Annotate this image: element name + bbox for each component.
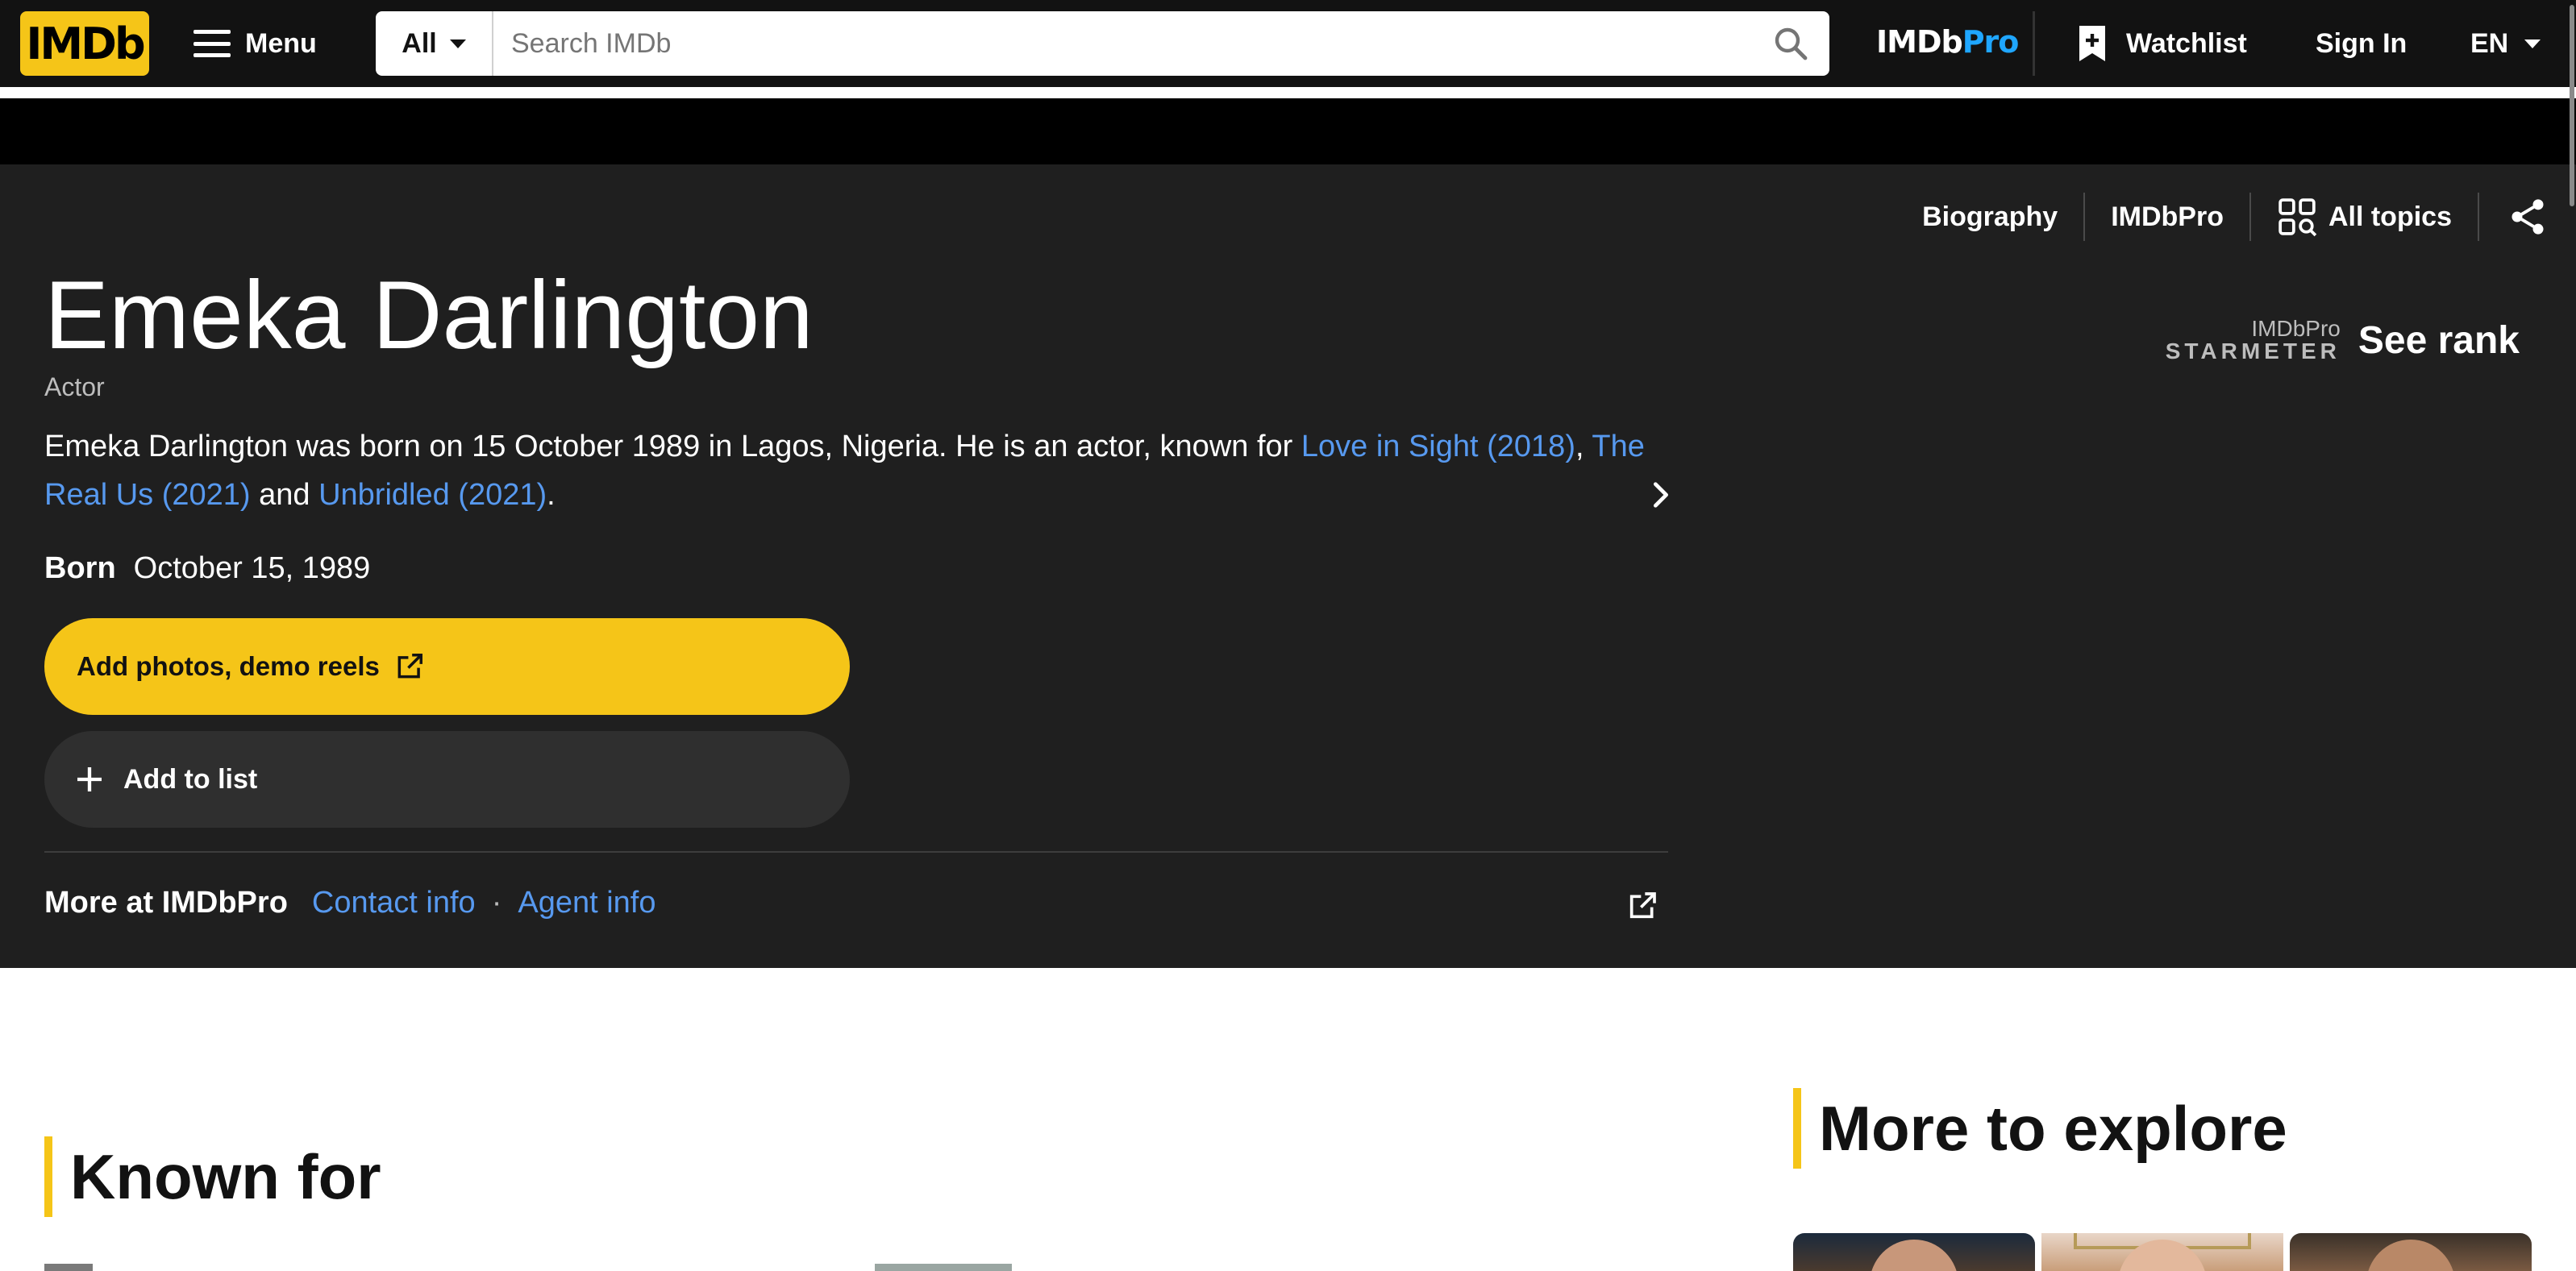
- caret-down-icon: [449, 39, 466, 48]
- caret-down-icon: [2524, 39, 2541, 48]
- plus-icon: [77, 767, 102, 791]
- top-navbar: IMDb Menu All IMDbPro Watchlist Sign In: [0, 0, 2576, 87]
- person-subnav: Biography IMDbPro All topics: [1896, 189, 2576, 245]
- person-bio[interactable]: Emeka Darlington was born on 15 October …: [44, 422, 1657, 519]
- menu-label: Menu: [245, 27, 317, 59]
- ad-banner-strip: [0, 98, 2576, 164]
- bio-suffix: .: [547, 478, 556, 512]
- add-to-list-button[interactable]: Add to list: [44, 731, 850, 828]
- starmeter-label: IMDbPro STARMETER: [2166, 318, 2341, 363]
- known-for-heading: Known for: [70, 1140, 381, 1212]
- known-for-thumbnails: [44, 1264, 1012, 1271]
- watchlist-label: Watchlist: [2126, 27, 2247, 59]
- person-role: Actor: [44, 372, 105, 401]
- language-label: EN: [2470, 27, 2509, 59]
- link-separator: ·: [491, 886, 502, 920]
- subnav-all-topics[interactable]: All topics: [2251, 193, 2478, 241]
- search-category-dropdown[interactable]: All: [376, 11, 493, 76]
- known-for-poster[interactable]: [44, 1264, 93, 1271]
- imdbpro-logo-main: IMDb: [1876, 24, 1963, 60]
- thumbnail-image: [2366, 1240, 2455, 1271]
- born-label: Born: [44, 551, 116, 585]
- more-at-imdbpro-label: More at IMDbPro: [44, 886, 288, 920]
- all-topics-label: All topics: [2328, 201, 2452, 232]
- imdb-logo[interactable]: IMDb: [20, 11, 149, 76]
- subnav-imdbpro[interactable]: IMDbPro: [2085, 193, 2249, 241]
- search-bar: All: [376, 11, 1829, 76]
- add-to-list-label: Add to list: [123, 763, 258, 795]
- nav-divider: [2033, 11, 2035, 76]
- imdbpro-link[interactable]: IMDbPro: [1876, 24, 2020, 60]
- add-photos-button[interactable]: Add photos, demo reels: [44, 618, 850, 715]
- contact-info-link[interactable]: Contact info: [312, 886, 476, 920]
- known-for-section-title: Known for: [44, 1136, 381, 1217]
- add-photos-label: Add photos, demo reels: [77, 651, 380, 681]
- bio-link-love-in-sight[interactable]: Love in Sight (2018): [1301, 430, 1575, 463]
- share-button[interactable]: [2479, 193, 2576, 241]
- sign-in-label: Sign In: [2316, 27, 2407, 59]
- starmeter-meter-label: STARMETER: [2165, 339, 2341, 363]
- more-at-imdbpro: More at IMDbPro Contact info · Agent inf…: [44, 886, 656, 920]
- language-dropdown[interactable]: EN: [2470, 11, 2541, 76]
- person-name: Emeka Darlington: [44, 261, 814, 369]
- page-scrollbar[interactable]: [2568, 0, 2576, 1271]
- external-link-icon: [397, 654, 422, 679]
- chevron-right-icon[interactable]: [1645, 479, 1677, 511]
- thumbnail-image: [1870, 1240, 1958, 1271]
- menu-icon: [194, 30, 231, 57]
- born-date: October 15, 1989: [133, 551, 371, 585]
- starmeter-pro-label: IMDbPro: [2251, 316, 2341, 341]
- watchlist-button[interactable]: Watchlist: [2076, 11, 2247, 76]
- more-to-explore-section-title: More to explore: [1793, 1088, 2287, 1169]
- menu-button[interactable]: Menu: [194, 11, 317, 76]
- known-for-poster[interactable]: [875, 1264, 1012, 1271]
- search-icon: [1775, 27, 1808, 60]
- watchlist-add-icon: [2079, 26, 2105, 61]
- explore-thumbnail[interactable]: [2041, 1233, 2283, 1271]
- search-category-label: All: [402, 27, 437, 59]
- agent-info-link[interactable]: Agent info: [518, 886, 655, 920]
- sign-in-button[interactable]: Sign In: [2316, 11, 2407, 76]
- bio-separator: and: [250, 478, 319, 512]
- explore-thumbnail[interactable]: [2290, 1233, 2532, 1271]
- imdbpro-logo-pro: Pro: [1962, 24, 2020, 60]
- bio-separator: ,: [1575, 430, 1592, 463]
- person-hero: Biography IMDbPro All topics Emeka Darli…: [0, 164, 2576, 968]
- bio-text: Emeka Darlington was born on 15 October …: [44, 430, 1301, 463]
- explore-thumbnail[interactable]: [1793, 1233, 2035, 1271]
- search-input[interactable]: [493, 13, 1752, 74]
- more-to-explore-heading: More to explore: [1819, 1092, 2287, 1164]
- divider: [44, 851, 1668, 853]
- all-topics-icon: [2278, 198, 2317, 237]
- born-info: Born October 15, 1989: [44, 551, 370, 586]
- bio-link-unbridled[interactable]: Unbridled (2021): [318, 478, 547, 512]
- scrollbar-thumb[interactable]: [2570, 5, 2574, 206]
- subnav-biography[interactable]: Biography: [1896, 193, 2083, 241]
- see-rank-link[interactable]: See rank: [2358, 318, 2520, 363]
- search-button[interactable]: [1752, 11, 1829, 76]
- share-icon: [2511, 199, 2544, 235]
- explore-thumbnails: [1793, 1233, 2532, 1271]
- starmeter[interactable]: IMDbPro STARMETER See rank: [2166, 318, 2520, 363]
- external-link-icon[interactable]: [1626, 890, 1658, 922]
